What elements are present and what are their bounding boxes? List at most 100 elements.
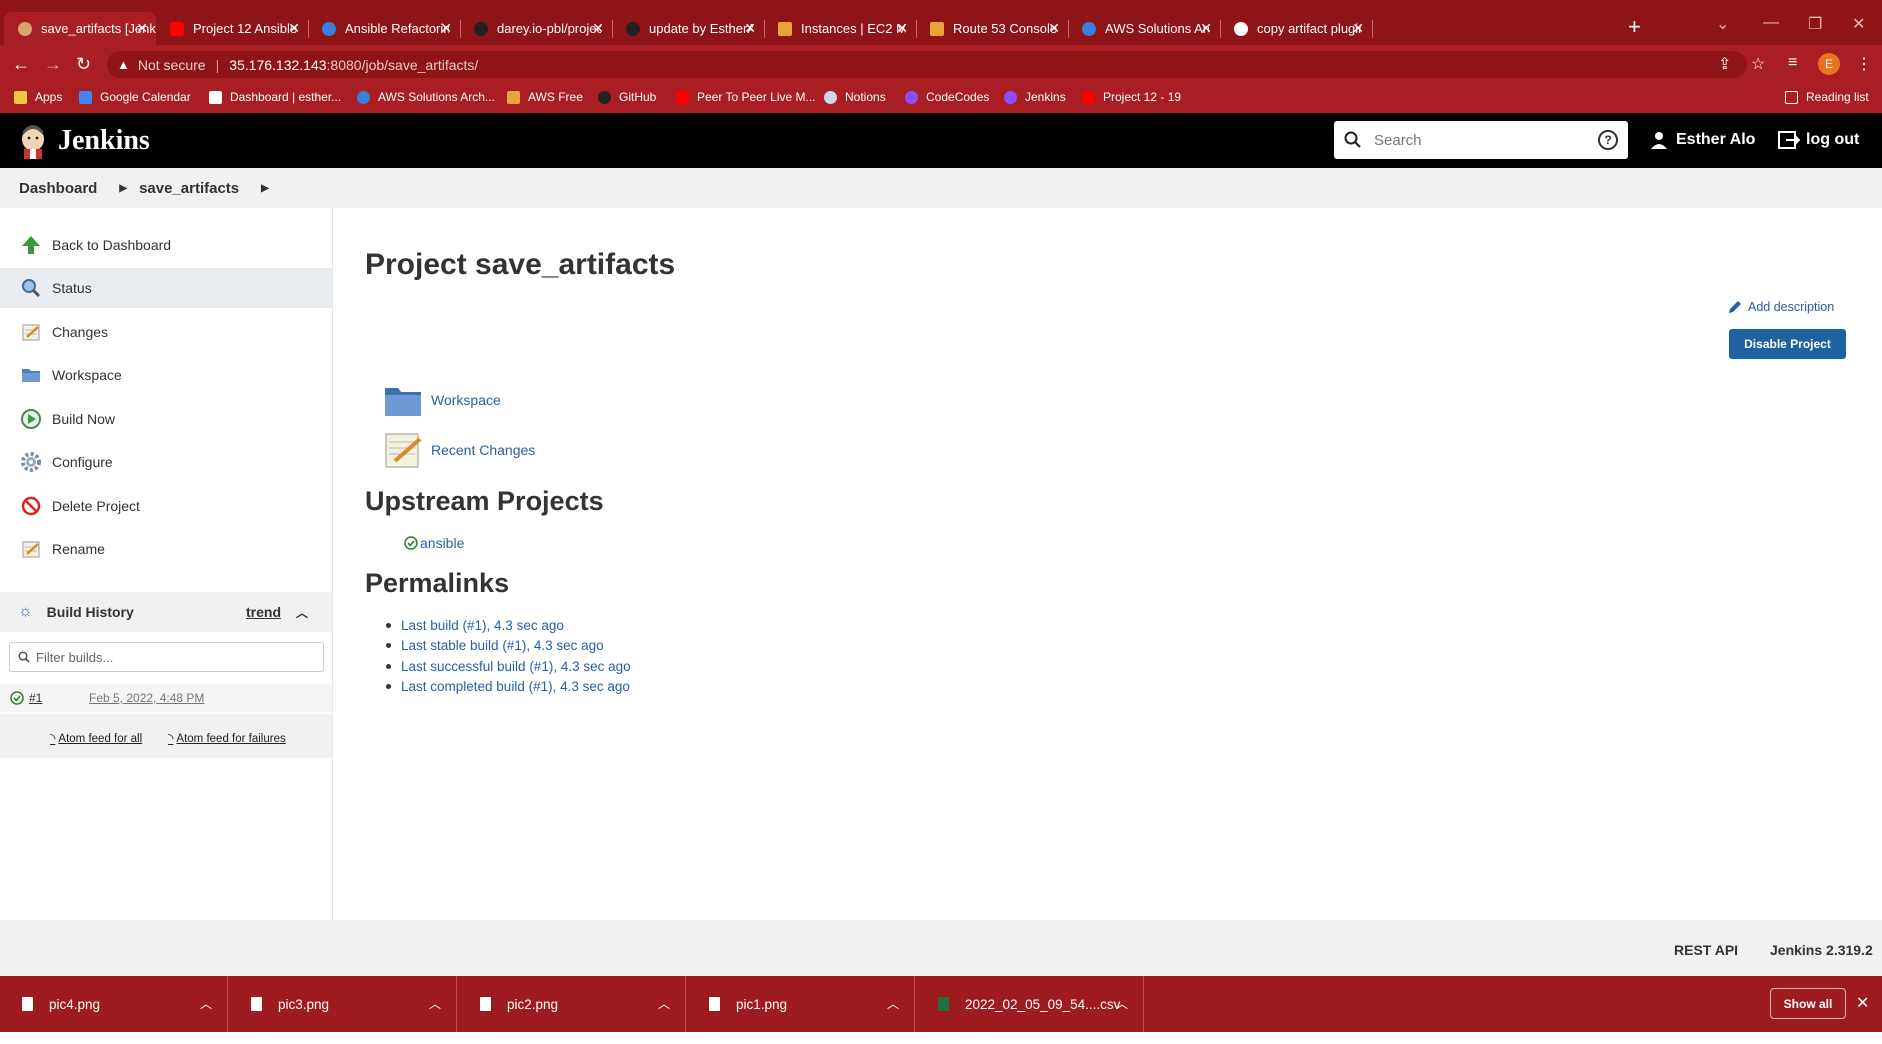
close-tab-icon[interactable]: ✕ bbox=[1200, 20, 1212, 37]
filter-builds-field[interactable] bbox=[9, 642, 324, 672]
youtube-favicon-icon bbox=[170, 21, 184, 36]
user-link[interactable]: Esther Alo bbox=[1650, 131, 1755, 149]
task-rename[interactable]: Rename bbox=[0, 529, 332, 569]
build-history-row[interactable]: #1 Feb 5, 2022, 4:48 PM bbox=[0, 684, 332, 712]
show-all-downloads-button[interactable]: Show all bbox=[1770, 988, 1846, 1019]
chevron-up-icon[interactable]: ︿ bbox=[658, 995, 670, 1012]
build-date-link[interactable]: Feb 5, 2022, 4:48 PM bbox=[89, 691, 204, 705]
search-box[interactable]: ? bbox=[1334, 121, 1628, 159]
close-tab-icon[interactable]: ✕ bbox=[1048, 20, 1060, 37]
share-icon[interactable]: ⇪ bbox=[1718, 54, 1731, 74]
jenkins-version-link[interactable]: Jenkins 2.319.2 bbox=[1770, 942, 1873, 958]
bookmark-item[interactable]: Project 12 - 19 bbox=[1082, 90, 1181, 104]
close-tab-icon[interactable]: ✕ bbox=[896, 20, 908, 37]
browser-tab[interactable]: darey.io-pbl/project12- ✕ bbox=[460, 12, 613, 45]
task-configure[interactable]: Configure bbox=[0, 442, 332, 482]
close-tab-icon[interactable]: ✕ bbox=[288, 20, 300, 37]
browser-tab[interactable]: Ansible Refactoring and ✕ bbox=[308, 12, 461, 45]
browser-tab[interactable]: Route 53 Console Hos ✕ bbox=[916, 12, 1069, 45]
close-tab-icon[interactable]: ✕ bbox=[744, 20, 756, 37]
download-item[interactable]: 2022_02_05_09_54....csv ︿ bbox=[916, 976, 1144, 1032]
profile-avatar[interactable]: E bbox=[1818, 53, 1840, 75]
google-favicon-icon bbox=[1234, 21, 1248, 36]
chevron-up-icon[interactable]: ︿ bbox=[296, 604, 308, 621]
task-changes[interactable]: Changes bbox=[0, 312, 332, 352]
restore-icon[interactable]: ❐ bbox=[1808, 14, 1822, 34]
download-item[interactable]: pic3.png ︿ bbox=[229, 976, 457, 1032]
browser-tab[interactable]: Project 12 Ansible Refac ✕ bbox=[156, 12, 309, 45]
permalink-item[interactable]: Last stable build (#1), 4.3 sec ago bbox=[386, 636, 631, 657]
task-workspace[interactable]: Workspace bbox=[0, 355, 332, 395]
atom-feed-failures-link[interactable]: ◝ Atom feed for failures bbox=[168, 730, 286, 747]
browser-tab[interactable]: copy artifact plugin no ✕ bbox=[1220, 12, 1373, 45]
download-item[interactable]: pic2.png ︿ bbox=[458, 976, 686, 1032]
reading-list-button[interactable]: Reading list bbox=[1785, 90, 1869, 104]
reload-icon[interactable]: ↻ bbox=[76, 54, 91, 75]
download-item[interactable]: pic4.png ︿ bbox=[0, 976, 228, 1032]
bookmark-item[interactable]: Dashboard | esther... bbox=[209, 90, 341, 104]
close-tab-icon[interactable]: ✕ bbox=[440, 20, 452, 37]
close-tab-icon[interactable]: ✕ bbox=[1352, 20, 1364, 37]
permalink-item[interactable]: Last successful build (#1), 4.3 sec ago bbox=[386, 656, 631, 677]
breadcrumb-dashboard[interactable]: Dashboard bbox=[19, 180, 97, 197]
filter-builds-input[interactable] bbox=[36, 649, 316, 665]
task-back-to-dashboard[interactable]: Back to Dashboard bbox=[0, 225, 332, 265]
close-tab-icon[interactable]: ✕ bbox=[136, 20, 148, 37]
page-footer: REST API Jenkins 2.319.2 bbox=[0, 920, 1882, 976]
browser-tab[interactable]: update by EstherAlo · ✕ bbox=[612, 12, 765, 45]
permalink-item[interactable]: Last build (#1), 4.3 sec ago bbox=[386, 615, 631, 636]
breadcrumb-project[interactable]: save_artifacts bbox=[139, 180, 239, 197]
jenkins-logo-icon[interactable] bbox=[18, 125, 48, 159]
star-icon[interactable]: ☆ bbox=[1751, 54, 1765, 74]
url-bar[interactable]: ▲ Not secure | 35.176.132.143 :8080/job/… bbox=[107, 51, 1747, 78]
add-description-link[interactable]: Add description bbox=[1728, 300, 1834, 314]
bookmark-item[interactable]: Jenkins bbox=[1004, 90, 1066, 104]
bookmark-item[interactable]: Google Calendar bbox=[79, 90, 191, 104]
bookmark-item[interactable]: CodeCodes bbox=[905, 90, 989, 104]
bookmark-item[interactable]: AWS Solutions Arch... bbox=[357, 90, 495, 104]
forward-icon[interactable]: → bbox=[44, 54, 62, 75]
browser-tab[interactable]: Instances | EC2 Manage ✕ bbox=[764, 12, 917, 45]
download-item[interactable]: pic1.png ︿ bbox=[687, 976, 915, 1032]
permalink-item[interactable]: Last completed build (#1), 4.3 sec ago bbox=[386, 677, 631, 698]
chevron-up-icon[interactable]: ︿ bbox=[887, 995, 899, 1012]
upstream-project-link[interactable]: ansible bbox=[404, 535, 464, 551]
minimize-icon[interactable]: — bbox=[1763, 14, 1779, 32]
no-entry-icon bbox=[20, 495, 42, 517]
rest-api-link[interactable]: REST API bbox=[1674, 942, 1738, 958]
chevron-right-icon[interactable]: ▶ bbox=[261, 183, 269, 194]
chevron-up-icon[interactable]: ︿ bbox=[1116, 995, 1128, 1012]
bookmark-item[interactable]: GitHub bbox=[598, 90, 656, 104]
chevron-up-icon[interactable]: ︿ bbox=[429, 995, 441, 1012]
chevron-right-icon[interactable]: ▶ bbox=[119, 183, 127, 194]
menu-icon[interactable]: ⋮ bbox=[1856, 54, 1872, 74]
recent-changes-link[interactable]: Recent Changes bbox=[383, 430, 535, 470]
close-icon[interactable]: ✕ bbox=[1856, 993, 1869, 1013]
help-icon[interactable]: ? bbox=[1598, 130, 1618, 150]
browser-tab[interactable]: AWS Solutions Archite ✕ bbox=[1068, 12, 1221, 45]
new-tab-button[interactable]: + bbox=[1628, 14, 1641, 40]
browser-tab[interactable]: save_artifacts [Jenkins] ✕ bbox=[4, 12, 156, 45]
back-icon[interactable]: ← bbox=[12, 54, 30, 75]
tab-search-icon[interactable]: ⌄ bbox=[1716, 14, 1729, 34]
workspace-link[interactable]: Workspace bbox=[383, 380, 501, 420]
task-status[interactable]: Status bbox=[0, 268, 332, 308]
task-delete-project[interactable]: Delete Project bbox=[0, 486, 332, 526]
media-icon[interactable]: ≡ bbox=[1788, 54, 1797, 72]
search-input[interactable] bbox=[1374, 131, 1574, 149]
bookmark-item[interactable]: AWS Free bbox=[507, 90, 583, 104]
atom-feed-all-link[interactable]: ◝ Atom feed for all bbox=[50, 730, 142, 747]
bookmark-item[interactable]: Peer To Peer Live M... bbox=[676, 90, 816, 104]
logout-link[interactable]: log out bbox=[1778, 131, 1859, 149]
user-icon bbox=[1651, 132, 1667, 149]
bookmark-apps[interactable]: Apps bbox=[14, 90, 62, 104]
bookmark-item[interactable]: Notions bbox=[824, 90, 886, 104]
close-tab-icon[interactable]: ✕ bbox=[592, 20, 604, 37]
task-build-now[interactable]: Build Now bbox=[0, 399, 332, 439]
build-number-link[interactable]: #1 bbox=[29, 691, 42, 705]
jenkins-title[interactable]: Jenkins bbox=[58, 125, 150, 157]
trend-link[interactable]: trend bbox=[246, 604, 281, 620]
chevron-up-icon[interactable]: ︿ bbox=[200, 995, 212, 1012]
disable-project-button[interactable]: Disable Project bbox=[1729, 329, 1846, 359]
close-window-icon[interactable]: ✕ bbox=[1852, 14, 1865, 34]
